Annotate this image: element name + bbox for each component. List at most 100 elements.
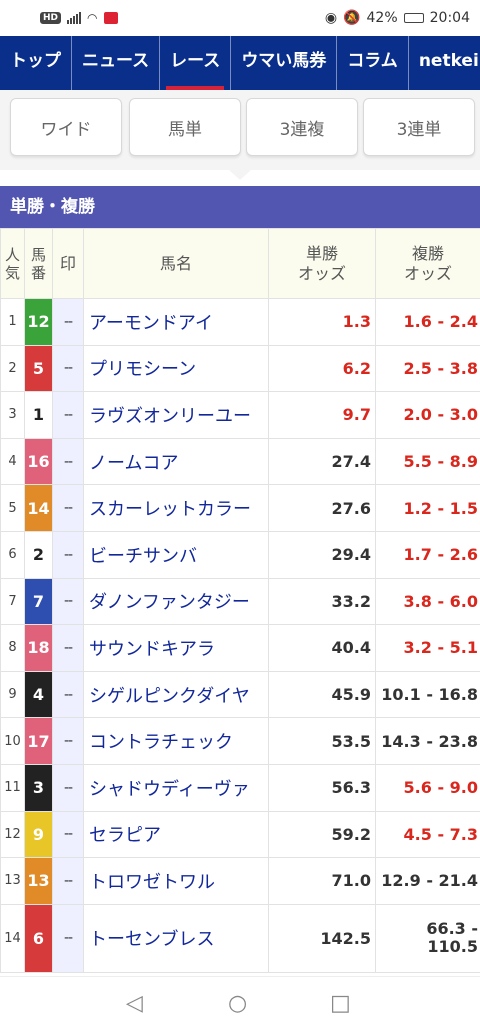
place-odds: 2.0 - 3.0 bbox=[375, 391, 480, 439]
popularity-rank: 9 bbox=[0, 670, 25, 719]
place-odds: 1.6 - 2.4 bbox=[375, 298, 480, 346]
win-odds: 27.6 bbox=[268, 484, 376, 532]
horse-number: 1 bbox=[24, 391, 53, 439]
horse-name[interactable]: シャドウディーヴァ bbox=[83, 763, 269, 812]
header-name: 馬名 bbox=[83, 228, 269, 299]
table-row[interactable]: 3 1 -- ラヴズオンリーユー 9.7 2.0 - 3.0 bbox=[0, 391, 480, 439]
place-odds: 4.5 - 7.3 bbox=[375, 810, 480, 859]
horse-name[interactable]: ビーチサンバ bbox=[83, 530, 269, 579]
win-odds: 142.5 bbox=[268, 903, 376, 973]
home-icon[interactable]: ○ bbox=[228, 991, 247, 1016]
prediction-mark: -- bbox=[52, 484, 84, 532]
horse-number: 2 bbox=[24, 530, 53, 579]
horse-name[interactable]: スカーレットカラー bbox=[83, 484, 269, 532]
popularity-rank: 7 bbox=[0, 577, 25, 626]
horse-number: 13 bbox=[24, 857, 53, 905]
win-odds: 71.0 bbox=[268, 857, 376, 905]
prediction-mark: -- bbox=[52, 437, 84, 486]
win-odds: 9.7 bbox=[268, 391, 376, 439]
tab-netkeiba[interactable]: netkeiba bbox=[409, 36, 480, 90]
tab-top[interactable]: トップ bbox=[0, 36, 72, 90]
horse-name[interactable]: トーセンブレス bbox=[83, 903, 269, 973]
win-odds: 1.3 bbox=[268, 298, 376, 346]
place-odds: 5.6 - 9.0 bbox=[375, 763, 480, 812]
header-win-odds: 単勝 オッズ bbox=[268, 228, 376, 299]
tab-column[interactable]: コラム bbox=[337, 36, 409, 90]
table-row[interactable]: 1 12 -- アーモンドアイ 1.3 1.6 - 2.4 bbox=[0, 298, 480, 346]
horse-name[interactable]: プリモシーン bbox=[83, 344, 269, 393]
horse-name[interactable]: アーモンドアイ bbox=[83, 298, 269, 346]
place-odds: 12.9 - 21.4 bbox=[375, 857, 480, 905]
tab-race[interactable]: レース bbox=[160, 36, 232, 90]
table-row[interactable]: 7 7 -- ダノンファンタジー 33.2 3.8 - 6.0 bbox=[0, 577, 480, 626]
popularity-rank: 4 bbox=[0, 437, 25, 486]
place-odds: 3.8 - 6.0 bbox=[375, 577, 480, 626]
horse-number: 5 bbox=[24, 344, 53, 393]
horse-number: 7 bbox=[24, 577, 53, 626]
bet-type-grid: ワイド 馬単 3連複 3連単 bbox=[0, 90, 480, 170]
main-nav: トップ ニュース レース ウマい馬券 コラム netkeiba bbox=[0, 36, 480, 90]
horse-name[interactable]: ラヴズオンリーユー bbox=[83, 391, 269, 439]
prediction-mark: -- bbox=[52, 903, 84, 973]
prediction-mark: -- bbox=[52, 810, 84, 859]
table-row[interactable]: 6 2 -- ビーチサンバ 29.4 1.7 - 2.6 bbox=[0, 530, 480, 579]
place-odds: 14.3 - 23.8 bbox=[375, 717, 480, 765]
horse-name[interactable]: コントラチェック bbox=[83, 717, 269, 765]
popularity-rank: 10 bbox=[0, 717, 25, 765]
prediction-mark: -- bbox=[52, 857, 84, 905]
bet-wide-button[interactable]: ワイド bbox=[10, 98, 122, 156]
horse-name[interactable]: ノームコア bbox=[83, 437, 269, 486]
table-row[interactable]: 13 13 -- トロワゼトワル 71.0 12.9 - 21.4 bbox=[0, 857, 480, 905]
back-icon[interactable]: ◁ bbox=[126, 991, 143, 1016]
prediction-mark: -- bbox=[52, 670, 84, 719]
table-row[interactable]: 4 16 -- ノームコア 27.4 5.5 - 8.9 bbox=[0, 437, 480, 486]
status-bar: HD ◠ ◉ 🔕 42% 20:04 bbox=[0, 0, 480, 36]
table-header: 人気 馬番 印 馬名 単勝 オッズ 複勝 オッズ bbox=[0, 228, 480, 299]
horse-name[interactable]: ダノンファンタジー bbox=[83, 577, 269, 626]
table-row[interactable]: 2 5 -- プリモシーン 6.2 2.5 - 3.8 bbox=[0, 344, 480, 393]
table-row[interactable]: 12 9 -- セラピア 59.2 4.5 - 7.3 bbox=[0, 810, 480, 859]
bet-sanrentan-button[interactable]: 3連単 bbox=[363, 98, 475, 156]
horse-number: 4 bbox=[24, 670, 53, 719]
horse-name[interactable]: トロワゼトワル bbox=[83, 857, 269, 905]
popularity-rank: 6 bbox=[0, 530, 25, 579]
win-odds: 33.2 bbox=[268, 577, 376, 626]
section-title: 単勝・複勝 bbox=[0, 186, 480, 228]
popularity-rank: 11 bbox=[0, 763, 25, 812]
tab-news[interactable]: ニュース bbox=[72, 36, 161, 90]
table-row[interactable]: 8 18 -- サウンドキアラ 40.4 3.2 - 5.1 bbox=[0, 624, 480, 672]
header-num: 馬番 bbox=[24, 228, 53, 299]
place-odds: 3.2 - 5.1 bbox=[375, 624, 480, 672]
table-row[interactable]: 5 14 -- スカーレットカラー 27.6 1.2 - 1.5 bbox=[0, 484, 480, 532]
table-row[interactable]: 11 3 -- シャドウディーヴァ 56.3 5.6 - 9.0 bbox=[0, 763, 480, 812]
horse-name[interactable]: シゲルピンクダイヤ bbox=[83, 670, 269, 719]
table-row[interactable]: 9 4 -- シゲルピンクダイヤ 45.9 10.1 - 16.8 bbox=[0, 670, 480, 719]
place-odds: 1.7 - 2.6 bbox=[375, 530, 480, 579]
place-odds: 10.1 - 16.8 bbox=[375, 670, 480, 719]
prediction-mark: -- bbox=[52, 391, 84, 439]
prediction-mark: -- bbox=[52, 763, 84, 812]
battery-percent: 42% bbox=[366, 10, 398, 26]
table-row[interactable]: 10 17 -- コントラチェック 53.5 14.3 - 23.8 bbox=[0, 717, 480, 765]
header-mark: 印 bbox=[52, 228, 84, 299]
win-odds: 56.3 bbox=[268, 763, 376, 812]
horse-number: 3 bbox=[24, 763, 53, 812]
tab-umai-baken[interactable]: ウマい馬券 bbox=[231, 36, 338, 90]
prediction-mark: -- bbox=[52, 717, 84, 765]
horse-number: 16 bbox=[24, 437, 53, 486]
place-odds: 2.5 - 3.8 bbox=[375, 344, 480, 393]
bet-umatan-button[interactable]: 馬単 bbox=[129, 98, 241, 156]
popularity-rank: 12 bbox=[0, 810, 25, 859]
table-row[interactable]: 14 6 -- トーセンブレス 142.5 66.3 - 110.5 bbox=[0, 903, 480, 973]
system-nav-bar: ◁ ○ □ bbox=[0, 976, 480, 1028]
horse-name[interactable]: サウンドキアラ bbox=[83, 624, 269, 672]
eye-icon: ◉ bbox=[324, 10, 338, 26]
recents-icon[interactable]: □ bbox=[330, 991, 351, 1016]
win-odds: 45.9 bbox=[268, 670, 376, 719]
header-place-odds: 複勝 オッズ bbox=[375, 228, 480, 299]
popularity-rank: 3 bbox=[0, 391, 25, 439]
popularity-rank: 2 bbox=[0, 344, 25, 393]
popularity-rank: 1 bbox=[0, 298, 25, 346]
horse-name[interactable]: セラピア bbox=[83, 810, 269, 859]
bet-sanrenpuku-button[interactable]: 3連複 bbox=[246, 98, 358, 156]
